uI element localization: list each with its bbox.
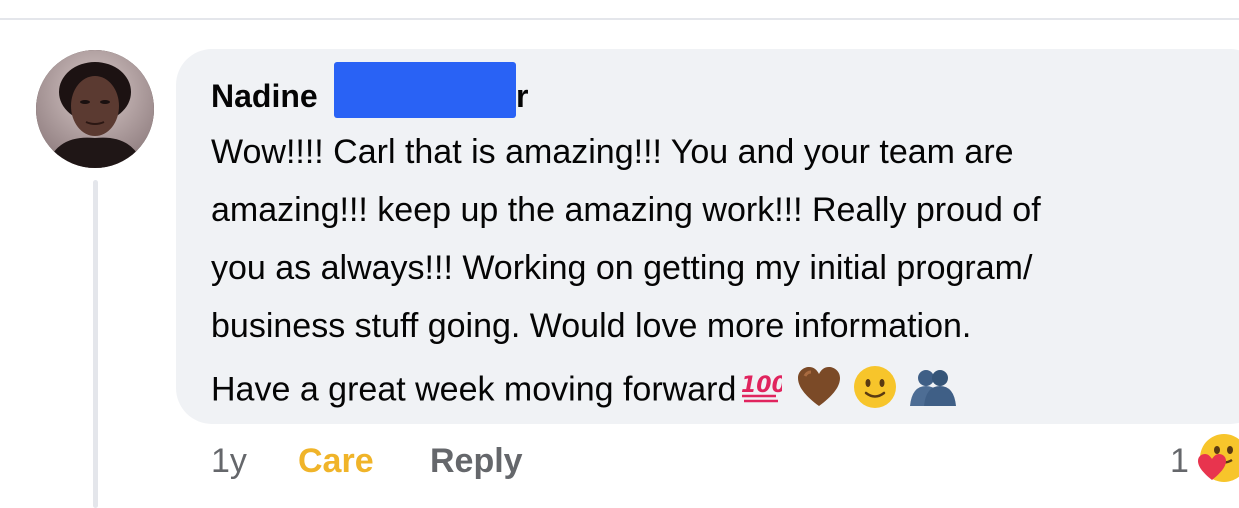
- comment-text-line-2: amazing!!! keep up the amazing work!!! R…: [211, 191, 1041, 229]
- people-hugging-icon: [908, 366, 958, 417]
- comment-text-line-1: Wow!!!! Carl that is amazing!!! You and …: [211, 133, 1014, 171]
- care-reaction-button[interactable]: Care: [298, 437, 374, 485]
- author-name-tail[interactable]: r: [516, 74, 528, 118]
- comment-text-line-5-text: Have a great week moving forward: [211, 370, 737, 409]
- svg-text:100: 100: [741, 373, 782, 398]
- reaction-count[interactable]: 1: [1170, 437, 1189, 485]
- comment-text-line-3: you as always!!! Working on getting my i…: [211, 249, 1033, 287]
- comment-text-line-4: business stuff going. Would love more in…: [211, 307, 972, 345]
- smiling-face-icon: [852, 364, 898, 419]
- care-emoji-icon[interactable]: [1198, 432, 1239, 491]
- hundred-points-icon: 100: [740, 370, 787, 413]
- brown-heart-icon: [796, 366, 842, 417]
- avatar-photo-icon: [36, 50, 154, 168]
- author-first-name[interactable]: Nadine: [211, 78, 318, 114]
- comment-author[interactable]: Nadine: [211, 74, 318, 118]
- top-divider: [0, 18, 1239, 20]
- comment-timestamp[interactable]: 1y: [211, 437, 247, 485]
- avatar[interactable]: [36, 50, 154, 168]
- comment-text-line-5: Have a great week moving forward 100: [211, 364, 958, 419]
- reply-button[interactable]: Reply: [430, 437, 523, 485]
- thread-line: [93, 180, 98, 508]
- redaction-block: [334, 62, 516, 118]
